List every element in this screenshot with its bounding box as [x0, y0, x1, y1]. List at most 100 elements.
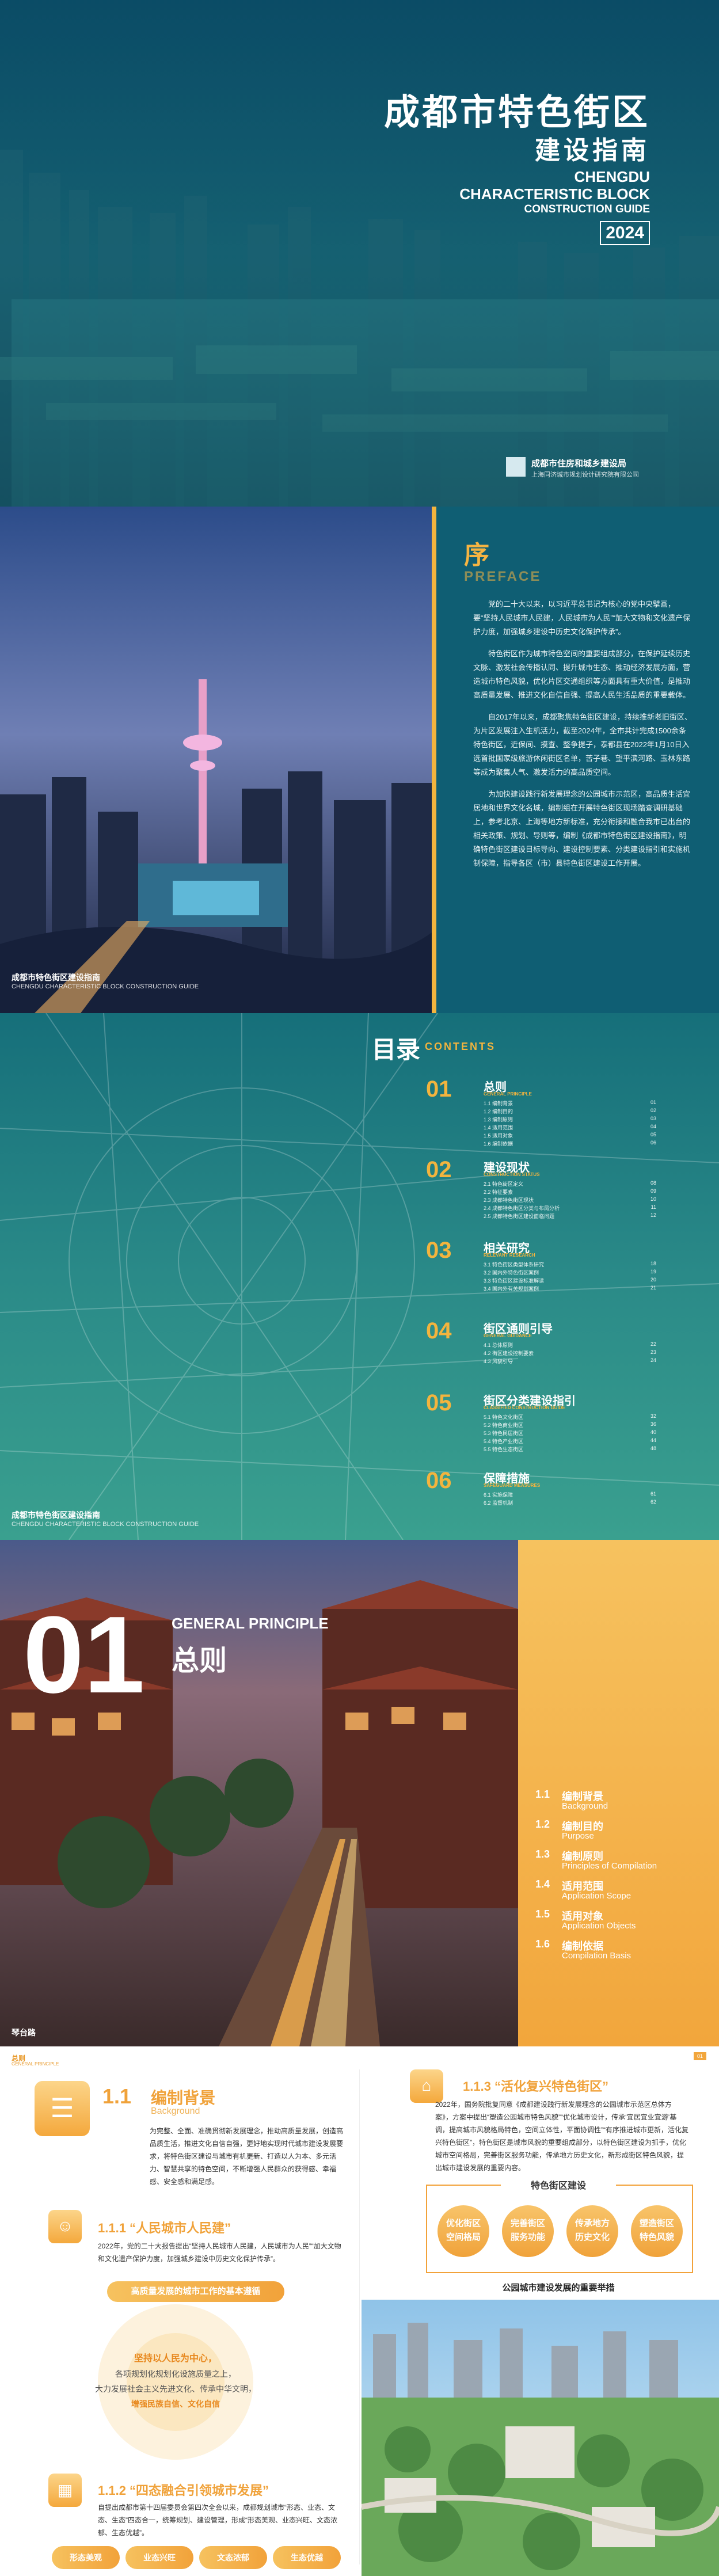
principle-pill: 高质量发展的城市工作的基本遵循	[107, 2281, 284, 2302]
running-header-en: GENERAL PRINCIPLE	[12, 2061, 59, 2067]
four-state-pill: 生态优越	[273, 2546, 341, 2569]
cover-tint-overlay	[0, 0, 719, 507]
cover-page: 成都市特色街区 建设指南 CHENGDU CHARACTERISTIC BLOC…	[0, 0, 719, 507]
chapter-section-item[interactable]: 1.6 编制依据 Compilation Basis	[535, 1938, 708, 1968]
contents-heading: 目录	[372, 1036, 421, 1063]
aerial-park-photo	[362, 2300, 719, 2576]
toc-entry[interactable]: 1.3 编制原则 03	[484, 1116, 656, 1124]
toc-entry[interactable]: 1.4 适用范围 04	[484, 1124, 656, 1132]
concept-circle-text: 坚持以人民为中心， 各项规划化规划化设施质量之上， 大力发展社会主义先进文化、传…	[95, 2354, 256, 2408]
chapter-section-item[interactable]: 1.3 编制原则 Principles of Compilation	[535, 1848, 708, 1878]
four-state-pill: 文态浓郁	[199, 2546, 267, 2569]
cover-title-en-2: CHARACTERISTIC BLOCK	[459, 185, 650, 203]
toc-entry[interactable]: 3.3 特色街区建设标准解读 20	[484, 1277, 656, 1285]
toc-section-subtitle: CONSTRUCTION STATUS	[484, 1172, 540, 1177]
toc-section-subtitle: GENERAL PRINCIPLE	[484, 1091, 532, 1097]
contents-heading-en: CONTENTS	[425, 1041, 496, 1052]
goal-bubble: 传承地方 历史文化	[566, 2205, 618, 2257]
toc-section: 02 建设现状 CONSTRUCTION STATUS 2.1 特色街区定义 08…	[426, 1157, 656, 1220]
toc-entry[interactable]: 4.3 风貌引导 24	[484, 1357, 656, 1365]
preface-page: 序 PREFACE 党的二十大以来，以习近平总书记为核心的党中央擘画，要“坚持人…	[0, 507, 719, 1013]
toc-entry[interactable]: 2.2 特征要素 09	[484, 1188, 656, 1196]
subsection-title: 1.1.3 “活化复兴特色街区”	[463, 2079, 609, 2094]
toc-entry[interactable]: 2.3 成都特色街区现状 10	[484, 1196, 656, 1204]
four-state-pill: 业态兴旺	[125, 2546, 193, 2569]
toc-entry[interactable]: 4.2 街区建设控制要素 23	[484, 1349, 656, 1357]
toc-section: 05 街区分类建设指引 CLASSIFIED CONSTRUCTION GUID…	[426, 1390, 656, 1453]
intro-paragraph: 为完整、全面、准确贯彻新发展理念，推动高质量发展，创造高品质生活，推进文化自信自…	[150, 2127, 344, 2186]
subsection-paragraph: 自提出成都市第十四届委员会第四次全会以来，成都规划城市“形态、业态、文态、生态”…	[98, 2503, 337, 2537]
toc-section-subtitle: RELEVANT RESEARCH	[484, 1253, 535, 1258]
page-number: 01	[694, 2052, 706, 2060]
toc-section-number: 02	[426, 1157, 452, 1182]
chapter-number: 01	[23, 1594, 145, 1716]
toc-entry[interactable]: 5.4 特色产业街区 44	[484, 1437, 656, 1445]
toc-entry[interactable]: 3.4 国内外有关规划案例 21	[484, 1285, 656, 1293]
toc-entry[interactable]: 1.5 适用对象 05	[484, 1132, 656, 1140]
people-icon: ☺	[48, 2210, 82, 2243]
toc-entry[interactable]: 5.5 特色生态街区 48	[484, 1445, 656, 1453]
chapter-01-page: 01 GENERAL PRINCIPLE 总则 1.1 编制背景 Backgroun…	[0, 1540, 719, 2046]
photo-caption: 琴台路	[12, 2028, 36, 2037]
publisher-name: 成都市住房和城乡建设局	[531, 459, 627, 469]
preface-accent-bar	[432, 507, 436, 1013]
chapter-section-item[interactable]: 1.5 适用对象 Application Objects	[535, 1908, 708, 1938]
toc-entry[interactable]: 1.1 编制背景 01	[484, 1099, 656, 1108]
chapter-section-list: 1.1 编制背景 Background 1.2 编制目的 Purpose 1.3 编制原则…	[535, 1789, 708, 1968]
chapter-section-item[interactable]: 1.4 适用范围 Application Scope	[535, 1878, 708, 1908]
contents-caption-zh: 成都市特色街区建设指南	[12, 1510, 100, 1520]
toc-section: 04 街区通则引导 GENERAL GUIDANCE 4.1 总体原则 22 4.…	[426, 1318, 656, 1376]
cover-title-block: 成都市特色街区 建设指南 CHENGDU CHARACTERISTIC BLOC…	[384, 92, 650, 245]
toc-entry[interactable]: 2.4 成都特色街区分类与布局分析 11	[484, 1204, 656, 1212]
toc-entry[interactable]: 1.2 编制目的 02	[484, 1108, 656, 1116]
contents-page: 目录 CONTENTS 01 总则 GENERAL PRINCIPLE 1.1 …	[0, 1013, 719, 1540]
background-spread-page: 总则 GENERAL PRINCIPLE 01 ☰ 1.1 编制背景 Backg…	[0, 2046, 719, 2576]
toc-section-subtitle: CLASSIFIED CONSTRUCTION GUIDE	[484, 1405, 565, 1410]
toc-entry[interactable]: 6.2 监督机制 62	[484, 1499, 656, 1507]
toc-entry[interactable]: 6.1 实施保障 61	[484, 1491, 656, 1499]
spread-divider	[359, 2069, 360, 2564]
toc-entry[interactable]: 5.1 特色文化街区 32	[484, 1413, 656, 1421]
subsection-paragraph: 2022年，党的二十大报告提出“坚持人民城市人民建，人民城市为人民”“加大文物和…	[98, 2242, 341, 2263]
subsection-paragraph: 2022年，国务院批复同意《成都建设践行新发展理念的公园城市示范区总体方案》，方…	[435, 2101, 688, 2172]
section-title-en: Background	[151, 2106, 200, 2116]
chapter-section-item[interactable]: 1.2 编制目的 Purpose	[535, 1818, 708, 1848]
cover-title-zh: 成都市特色街区	[383, 93, 650, 132]
four-state-pill: 形态美观	[52, 2546, 120, 2569]
preface-caption-zh: 成都市特色街区建设指南	[12, 973, 100, 982]
toc-entry[interactable]: 2.5 成都特色街区建设面临问题 12	[484, 1212, 656, 1220]
cover-publisher-logo: 成都市住房和城乡建设局 上海同济城市规划设计研究院有限公司	[506, 456, 679, 484]
cover-title-en-1: CHENGDU	[574, 168, 650, 185]
subsection-title: 1.1.1 “人民城市人民建”	[98, 2221, 231, 2235]
toc-section-number: 04	[426, 1318, 452, 1344]
toc-section: 06 保障措施 SAFEGUARD MEASURES 6.1 实施保障 61 6.…	[426, 1468, 656, 1514]
cover-title-en-3: CONSTRUCTION GUIDE	[524, 203, 650, 215]
subsection-title: 1.1.2 “四态融合引领城市发展”	[98, 2483, 269, 2498]
co-publisher-name: 上海同济城市规划设计研究院有限公司	[531, 471, 639, 478]
preface-paragraph: 自2017年以来，成都聚焦特色街区建设，持续推新老旧街区、为片区发展注入生机活力…	[473, 713, 692, 777]
toc-section-subtitle: SAFEGUARD MEASURES	[484, 1483, 541, 1488]
block-construction-title: 特色街区建设	[501, 2178, 616, 2191]
goal-bubble: 完善街区 服务功能	[502, 2205, 554, 2257]
toc-section-subtitle: GENERAL GUIDANCE	[484, 1333, 532, 1338]
chapter-section-item[interactable]: 1.1 编制背景 Background	[535, 1789, 708, 1818]
preface-caption-en: CHENGDU CHARACTERISTIC BLOCK CONSTRUCTIO…	[12, 983, 199, 990]
city-icon: ▦	[48, 2474, 82, 2507]
toc-entry[interactable]: 1.6 编制依据 06	[484, 1140, 656, 1148]
toc-entry[interactable]: 3.1 特色街区类型体系研究 18	[484, 1261, 656, 1269]
contents-caption-en: CHENGDU CHARACTERISTIC BLOCK CONSTRUCTIO…	[12, 1521, 199, 1528]
toc-entry[interactable]: 2.1 特色街区定义 08	[484, 1180, 656, 1188]
toc-section-number: 01	[426, 1076, 452, 1102]
toc-entry[interactable]: 5.2 特色商业街区 36	[484, 1421, 656, 1429]
toc-entry[interactable]: 3.2 国内外特色街区案例 19	[484, 1269, 656, 1277]
contents-caption: 成都市特色街区建设指南 CHENGDU CHARACTERISTIC BLOCK…	[12, 1509, 199, 1528]
goal-caption: 公园城市建设发展的重要举措	[502, 2283, 615, 2293]
preface-paragraph: 为加快建设践行新发展理念的公园城市示范区，高品质生活宜居地和世界文化名城，编制组…	[473, 790, 691, 867]
preface-heading: 序	[464, 541, 489, 569]
toc-entry[interactable]: 5.3 特色民居街区 40	[484, 1429, 656, 1437]
toc-section: 01 总则 GENERAL PRINCIPLE 1.1 编制背景 01 1.2 编…	[426, 1076, 656, 1148]
publisher-logo-icon	[506, 457, 526, 477]
toc-entry[interactable]: 4.1 总体原则 22	[484, 1341, 656, 1349]
preface-body: 党的二十大以来，以习近平总书记为核心的党中央擘画，要“坚持人民城市人民建，人民城…	[473, 598, 692, 878]
document-icon: ☰	[35, 2081, 90, 2136]
